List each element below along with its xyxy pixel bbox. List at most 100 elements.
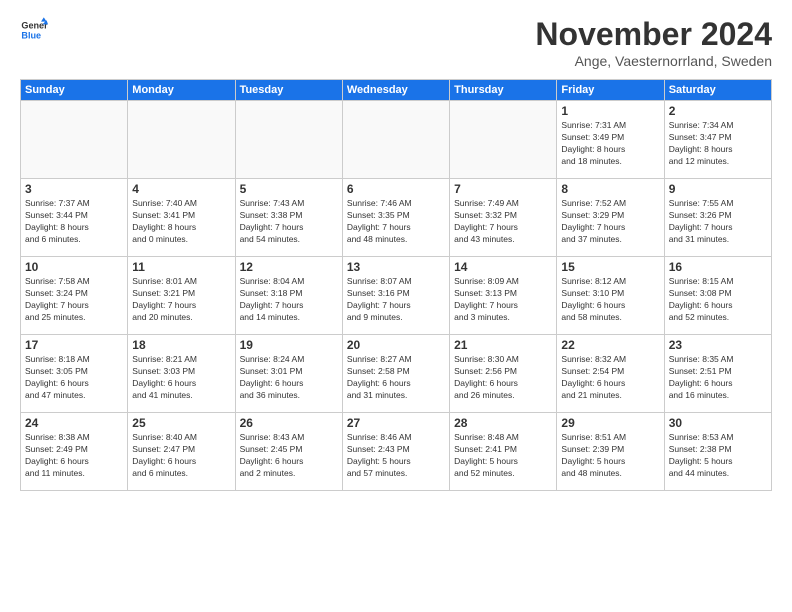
table-row: 7 Sunrise: 7:49 AM Sunset: 3:32 PM Daylig… bbox=[450, 179, 557, 257]
page: General Blue November 2024 Ange, Vaester… bbox=[0, 0, 792, 612]
day-info: Sunrise: 7:46 AM Sunset: 3:35 PM Dayligh… bbox=[347, 198, 445, 246]
table-row: 23 Sunrise: 8:35 AM Sunset: 2:51 PM Dayli… bbox=[664, 335, 771, 413]
table-row: 3 Sunrise: 7:37 AM Sunset: 3:44 PM Daylig… bbox=[21, 179, 128, 257]
table-row bbox=[450, 101, 557, 179]
day-info: Sunrise: 8:40 AM Sunset: 2:47 PM Dayligh… bbox=[132, 432, 230, 480]
calendar-week-row: 10 Sunrise: 7:58 AM Sunset: 3:24 PM Dayli… bbox=[21, 257, 772, 335]
month-title: November 2024 bbox=[535, 16, 772, 53]
day-number: 18 bbox=[132, 338, 230, 352]
table-row: 27Sunrise: 8:46 AM Sunset: 2:43 PM Dayli… bbox=[342, 413, 449, 491]
day-info: Sunrise: 7:37 AM Sunset: 3:44 PM Dayligh… bbox=[25, 198, 123, 246]
weekday-monday: Monday bbox=[128, 80, 235, 101]
day-info: Sunrise: 8:53 AM Sunset: 2:38 PM Dayligh… bbox=[669, 432, 767, 480]
subtitle: Ange, Vaesternorrland, Sweden bbox=[535, 53, 772, 69]
table-row: 4 Sunrise: 7:40 AM Sunset: 3:41 PM Daylig… bbox=[128, 179, 235, 257]
weekday-header-row: Sunday Monday Tuesday Wednesday Thursday… bbox=[21, 80, 772, 101]
table-row: 8Sunrise: 7:52 AM Sunset: 3:29 PM Daylig… bbox=[557, 179, 664, 257]
weekday-friday: Friday bbox=[557, 80, 664, 101]
day-info: Sunrise: 7:55 AM Sunset: 3:26 PM Dayligh… bbox=[669, 198, 767, 246]
day-info: Sunrise: 8:07 AM Sunset: 3:16 PM Dayligh… bbox=[347, 276, 445, 324]
day-number: 25 bbox=[132, 416, 230, 430]
day-number: 19 bbox=[240, 338, 338, 352]
day-info: Sunrise: 8:46 AM Sunset: 2:43 PM Dayligh… bbox=[347, 432, 445, 480]
table-row: 2 Sunrise: 7:34 AM Sunset: 3:47 PM Daylig… bbox=[664, 101, 771, 179]
day-info: Sunrise: 8:43 AM Sunset: 2:45 PM Dayligh… bbox=[240, 432, 338, 480]
day-info: Sunrise: 7:34 AM Sunset: 3:47 PM Dayligh… bbox=[669, 120, 767, 168]
title-block: November 2024 Ange, Vaesternorrland, Swe… bbox=[535, 16, 772, 69]
day-info: Sunrise: 7:43 AM Sunset: 3:38 PM Dayligh… bbox=[240, 198, 338, 246]
svg-text:Blue: Blue bbox=[21, 30, 41, 40]
table-row: 1 Sunrise: 7:31 AM Sunset: 3:49 PM Daylig… bbox=[557, 101, 664, 179]
day-info: Sunrise: 7:58 AM Sunset: 3:24 PM Dayligh… bbox=[25, 276, 123, 324]
header: General Blue November 2024 Ange, Vaester… bbox=[20, 16, 772, 69]
calendar-week-row: 24Sunrise: 8:38 AM Sunset: 2:49 PM Dayli… bbox=[21, 413, 772, 491]
day-number: 20 bbox=[347, 338, 445, 352]
day-info: Sunrise: 8:01 AM Sunset: 3:21 PM Dayligh… bbox=[132, 276, 230, 324]
day-number: 10 bbox=[25, 260, 123, 274]
day-info: Sunrise: 7:49 AM Sunset: 3:32 PM Dayligh… bbox=[454, 198, 552, 246]
day-number: 23 bbox=[669, 338, 767, 352]
table-row bbox=[342, 101, 449, 179]
table-row bbox=[128, 101, 235, 179]
day-info: Sunrise: 7:40 AM Sunset: 3:41 PM Dayligh… bbox=[132, 198, 230, 246]
weekday-tuesday: Tuesday bbox=[235, 80, 342, 101]
table-row: 11 Sunrise: 8:01 AM Sunset: 3:21 PM Dayli… bbox=[128, 257, 235, 335]
day-number: 15 bbox=[561, 260, 659, 274]
calendar-week-row: 17 Sunrise: 8:18 AM Sunset: 3:05 PM Dayli… bbox=[21, 335, 772, 413]
day-number: 29 bbox=[561, 416, 659, 430]
day-info: Sunrise: 8:35 AM Sunset: 2:51 PM Dayligh… bbox=[669, 354, 767, 402]
day-number: 14 bbox=[454, 260, 552, 274]
table-row bbox=[235, 101, 342, 179]
table-row: 14 Sunrise: 8:09 AM Sunset: 3:13 PM Dayli… bbox=[450, 257, 557, 335]
day-number: 30 bbox=[669, 416, 767, 430]
table-row: 20 Sunrise: 8:27 AM Sunset: 2:58 PM Dayli… bbox=[342, 335, 449, 413]
day-number: 22 bbox=[561, 338, 659, 352]
table-row: 22 Sunrise: 8:32 AM Sunset: 2:54 PM Dayli… bbox=[557, 335, 664, 413]
day-number: 1 bbox=[561, 104, 659, 118]
day-info: Sunrise: 8:27 AM Sunset: 2:58 PM Dayligh… bbox=[347, 354, 445, 402]
table-row: 24Sunrise: 8:38 AM Sunset: 2:49 PM Dayli… bbox=[21, 413, 128, 491]
logo: General Blue bbox=[20, 16, 48, 44]
day-info: Sunrise: 7:31 AM Sunset: 3:49 PM Dayligh… bbox=[561, 120, 659, 168]
svg-text:General: General bbox=[21, 21, 48, 31]
table-row: 17 Sunrise: 8:18 AM Sunset: 3:05 PM Dayli… bbox=[21, 335, 128, 413]
day-number: 6 bbox=[347, 182, 445, 196]
day-info: Sunrise: 8:18 AM Sunset: 3:05 PM Dayligh… bbox=[25, 354, 123, 402]
day-number: 11 bbox=[132, 260, 230, 274]
day-number: 12 bbox=[240, 260, 338, 274]
day-info: Sunrise: 8:04 AM Sunset: 3:18 PM Dayligh… bbox=[240, 276, 338, 324]
day-number: 4 bbox=[132, 182, 230, 196]
day-info: Sunrise: 8:15 AM Sunset: 3:08 PM Dayligh… bbox=[669, 276, 767, 324]
day-info: Sunrise: 8:12 AM Sunset: 3:10 PM Dayligh… bbox=[561, 276, 659, 324]
table-row: 29Sunrise: 8:51 AM Sunset: 2:39 PM Dayli… bbox=[557, 413, 664, 491]
table-row: 25 Sunrise: 8:40 AM Sunset: 2:47 PM Dayli… bbox=[128, 413, 235, 491]
day-info: Sunrise: 8:09 AM Sunset: 3:13 PM Dayligh… bbox=[454, 276, 552, 324]
day-number: 7 bbox=[454, 182, 552, 196]
day-info: Sunrise: 8:32 AM Sunset: 2:54 PM Dayligh… bbox=[561, 354, 659, 402]
calendar: Sunday Monday Tuesday Wednesday Thursday… bbox=[20, 79, 772, 491]
day-number: 9 bbox=[669, 182, 767, 196]
day-info: Sunrise: 8:21 AM Sunset: 3:03 PM Dayligh… bbox=[132, 354, 230, 402]
calendar-week-row: 1 Sunrise: 7:31 AM Sunset: 3:49 PM Daylig… bbox=[21, 101, 772, 179]
weekday-wednesday: Wednesday bbox=[342, 80, 449, 101]
day-info: Sunrise: 7:52 AM Sunset: 3:29 PM Dayligh… bbox=[561, 198, 659, 246]
day-number: 28 bbox=[454, 416, 552, 430]
day-number: 17 bbox=[25, 338, 123, 352]
table-row: 28 Sunrise: 8:48 AM Sunset: 2:41 PM Dayli… bbox=[450, 413, 557, 491]
day-info: Sunrise: 8:38 AM Sunset: 2:49 PM Dayligh… bbox=[25, 432, 123, 480]
table-row: 19 Sunrise: 8:24 AM Sunset: 3:01 PM Dayli… bbox=[235, 335, 342, 413]
table-row: 21Sunrise: 8:30 AM Sunset: 2:56 PM Dayli… bbox=[450, 335, 557, 413]
table-row: 16 Sunrise: 8:15 AM Sunset: 3:08 PM Dayli… bbox=[664, 257, 771, 335]
table-row: 6 Sunrise: 7:46 AM Sunset: 3:35 PM Daylig… bbox=[342, 179, 449, 257]
table-row bbox=[21, 101, 128, 179]
table-row: 13Sunrise: 8:07 AM Sunset: 3:16 PM Dayli… bbox=[342, 257, 449, 335]
day-info: Sunrise: 8:48 AM Sunset: 2:41 PM Dayligh… bbox=[454, 432, 552, 480]
day-number: 16 bbox=[669, 260, 767, 274]
table-row: 9 Sunrise: 7:55 AM Sunset: 3:26 PM Daylig… bbox=[664, 179, 771, 257]
calendar-week-row: 3 Sunrise: 7:37 AM Sunset: 3:44 PM Daylig… bbox=[21, 179, 772, 257]
logo-icon: General Blue bbox=[20, 16, 48, 44]
day-info: Sunrise: 8:24 AM Sunset: 3:01 PM Dayligh… bbox=[240, 354, 338, 402]
table-row: 5Sunrise: 7:43 AM Sunset: 3:38 PM Daylig… bbox=[235, 179, 342, 257]
day-number: 2 bbox=[669, 104, 767, 118]
day-number: 3 bbox=[25, 182, 123, 196]
